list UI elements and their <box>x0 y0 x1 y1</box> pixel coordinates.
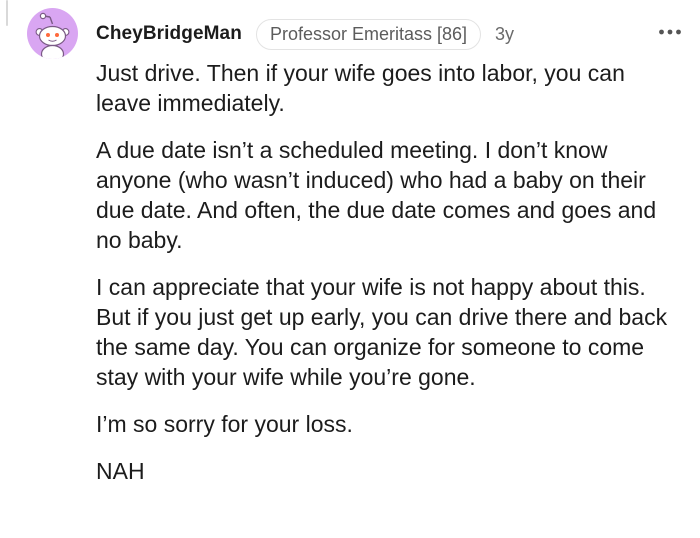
comment-paragraph: A due date isn’t a scheduled meeting. I … <box>96 137 657 253</box>
username-link[interactable]: CheyBridgeMan <box>96 23 242 45</box>
comment-paragraph: NAH <box>96 458 145 484</box>
more-options-icon <box>659 29 681 35</box>
comment-paragraph: I can appreciate that your wife is not h… <box>96 274 668 390</box>
comment-paragraph: I’m so sorry for your loss. <box>96 411 353 437</box>
more-options-button[interactable] <box>656 20 684 44</box>
snoo-avatar-icon <box>35 12 70 59</box>
comment-body: Just drive. Then if your wife goes into … <box>96 58 686 503</box>
avatar[interactable] <box>27 8 78 59</box>
comment-paragraph: Just drive. Then if your wife goes into … <box>96 60 625 116</box>
thread-line <box>6 0 8 26</box>
comment-timestamp[interactable]: 3y <box>495 24 514 45</box>
user-flair: Professor Emeritass [86] <box>255 18 482 50</box>
comment-header: CheyBridgeMan Professor Emeritass [86] 3… <box>96 17 514 51</box>
